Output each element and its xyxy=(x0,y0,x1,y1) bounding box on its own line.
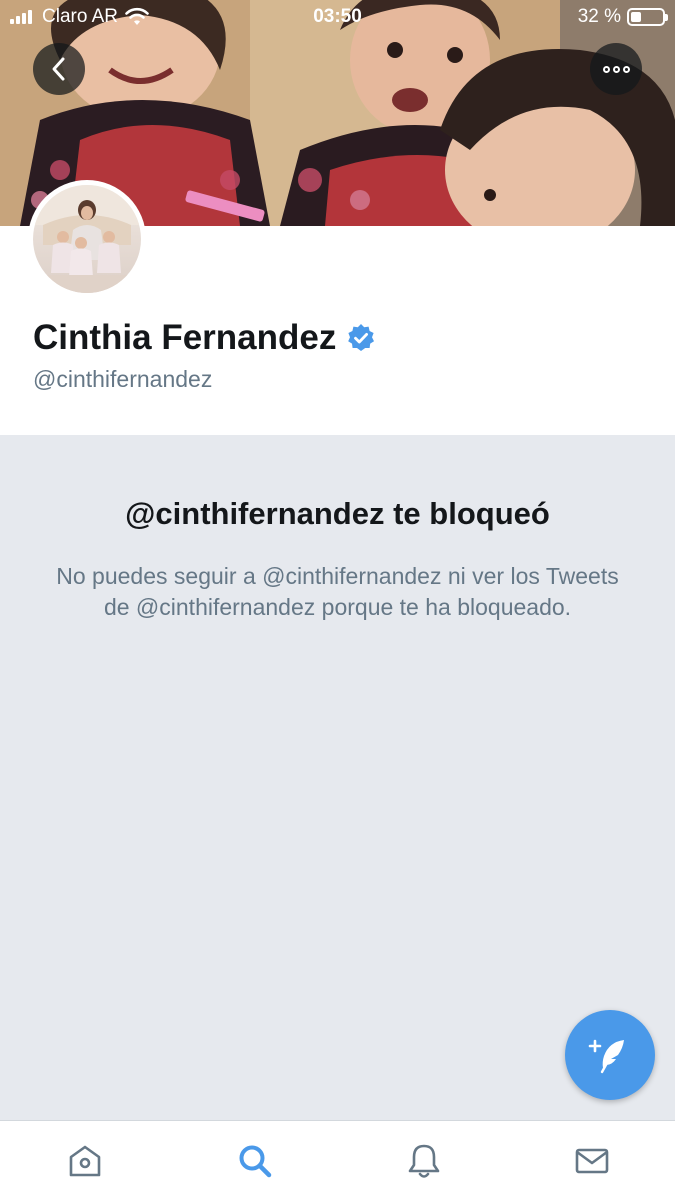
profile-name-row: Cinthia Fernandez xyxy=(33,318,376,358)
avatar-photo xyxy=(33,185,141,293)
compose-tweet-icon xyxy=(588,1039,624,1074)
tab-messages[interactable] xyxy=(570,1139,614,1183)
battery-fill xyxy=(631,12,641,22)
more-dots-icon xyxy=(602,65,630,73)
blocked-title: @cinthifernandez te bloqueó xyxy=(125,496,550,531)
mail-icon xyxy=(575,1148,609,1174)
avatar-photo-illustration xyxy=(33,185,141,293)
tab-notifications[interactable] xyxy=(402,1139,446,1183)
search-icon xyxy=(239,1145,272,1178)
verified-badge-icon xyxy=(348,324,375,351)
tab-search[interactable] xyxy=(233,1139,277,1183)
bottom-tab-bar xyxy=(0,1120,675,1200)
status-time: 03:50 xyxy=(313,6,362,27)
chevron-left-icon xyxy=(52,57,65,81)
status-bar: Claro AR 03:50 32 % xyxy=(0,0,675,36)
battery-icon xyxy=(627,8,668,26)
display-name: Cinthia Fernandez xyxy=(33,318,337,357)
status-right: 32 % xyxy=(577,6,668,28)
avatar[interactable] xyxy=(28,180,146,298)
tab-home[interactable] xyxy=(63,1139,107,1183)
blocked-message: No puedes seguir a @cinthifernandez ni v… xyxy=(56,563,619,620)
back-button[interactable] xyxy=(33,43,85,95)
battery-percent: 32 % xyxy=(577,6,621,27)
compose-tweet-button[interactable] xyxy=(565,1010,655,1100)
more-options-button[interactable] xyxy=(590,43,642,95)
profile-handle: @cinthifernandez xyxy=(33,366,213,392)
home-icon xyxy=(69,1145,101,1177)
bell-icon xyxy=(408,1144,440,1178)
